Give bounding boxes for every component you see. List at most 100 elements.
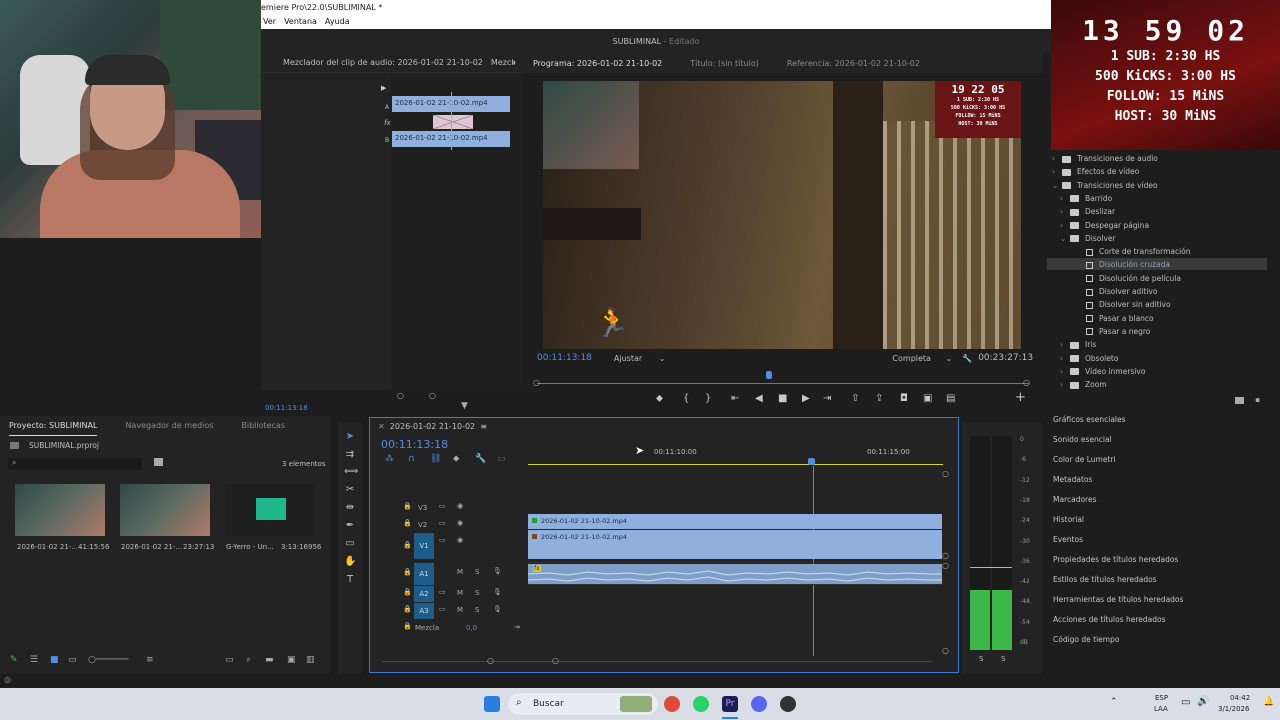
slip-tool-icon[interactable]: ⇹ (344, 502, 356, 514)
chevron-right-icon[interactable]: › (1060, 192, 1070, 205)
timeline-playhead[interactable] (808, 458, 815, 465)
playhead-marker[interactable] (766, 371, 772, 379)
lock-icon[interactable]: 🔒 (403, 568, 412, 576)
tab-program[interactable]: Programa: 2026-01-02 21-10-02 (533, 59, 662, 68)
program-video-frame[interactable]: 19 22 05 1 SUB: 2:30 HS 500 KiCKS: 3:00 … (543, 81, 1021, 349)
lock-icon[interactable]: 🔒 (403, 605, 412, 613)
effects-folder[interactable]: › Iris (1060, 338, 1096, 351)
track-height-handle[interactable]: ○ (942, 561, 949, 570)
chevron-right-icon[interactable]: › (1060, 365, 1070, 378)
effects-folder[interactable]: › Deslizar (1060, 205, 1115, 218)
nest-icon[interactable]: ⁂ (385, 454, 394, 464)
timeline-ruler[interactable]: 00:11:10:00 00:11:15:00 (528, 444, 943, 466)
sync-icon[interactable]: ▭ (439, 519, 446, 527)
effect-item[interactable]: Corte de transformación (1068, 245, 1191, 258)
panel-timecode[interactable]: Código de tiempo (1053, 630, 1119, 650)
panel-history[interactable]: Historial (1053, 510, 1084, 530)
mute-button[interactable]: M (457, 568, 463, 576)
eye-icon[interactable]: ◉ (457, 502, 463, 510)
timeline-settings-icon[interactable]: 🔧 (475, 454, 486, 464)
chevron-right-icon[interactable]: › (1060, 352, 1070, 365)
timeline-timecode[interactable]: 00:11:13:18 (381, 438, 448, 451)
lock-icon[interactable]: 🔒 (403, 622, 412, 630)
track-select-tool-icon[interactable]: ⇉ (344, 449, 356, 461)
stop-icon[interactable]: ■ (778, 393, 787, 404)
freeform-view-icon[interactable]: ▭ (68, 655, 77, 665)
sync-icon[interactable]: ▭ (439, 588, 446, 596)
media-thumbnail[interactable] (120, 484, 210, 536)
overlay-toggle-icon[interactable]: ▤ (946, 393, 955, 404)
zoom-slider[interactable]: ○────── (88, 655, 128, 665)
microphone-icon[interactable]: 🎙 (493, 567, 502, 575)
fit-dropdown[interactable]: Ajustar ⌄ (614, 354, 666, 363)
obs-icon[interactable] (780, 696, 796, 712)
program-timecode[interactable]: 00:11:13:18 (537, 353, 592, 363)
language-indicator[interactable]: ESP (1155, 694, 1168, 702)
audio-thumbnail[interactable] (225, 484, 315, 536)
go-to-end-icon[interactable]: ⇥ (514, 623, 520, 631)
effects-folder[interactable]: › Barrido (1060, 192, 1112, 205)
chevron-right-icon[interactable]: » (511, 58, 516, 67)
mix-value[interactable]: 0,0 (466, 624, 477, 632)
lock-icon[interactable]: 🔒 (403, 519, 412, 527)
chevron-down-icon[interactable]: ⌄ (1052, 179, 1062, 192)
effects-folder[interactable]: › Vídeo inmersivo (1060, 365, 1145, 378)
add-button-icon[interactable]: + (1015, 390, 1026, 405)
eye-icon[interactable]: ◉ (457, 519, 463, 527)
windows-start-icon[interactable] (484, 696, 500, 712)
microphone-icon[interactable]: 🎙 (493, 605, 502, 613)
clock-date[interactable]: 3/1/2026 (1218, 705, 1249, 713)
marker-icon[interactable]: ⬥ (656, 393, 663, 404)
add-marker-icon[interactable]: ⬥ (453, 454, 459, 464)
effect-item[interactable]: Disolución cruzada (1068, 258, 1170, 271)
step-forward-icon[interactable]: ▶ (802, 393, 810, 404)
menu-ventana[interactable]: Ventana (284, 17, 317, 29)
microphone-icon[interactable]: 🎙 (493, 588, 502, 596)
panel-legacy-title-tools[interactable]: Herramientas de títulos heredados (1053, 590, 1183, 610)
lock-icon[interactable]: 🔒 (403, 502, 412, 510)
effects-folder[interactable]: › Obsoleto (1060, 352, 1118, 365)
eye-icon[interactable]: ◉ (457, 536, 463, 544)
filter-icon[interactable]: ▼ (461, 401, 468, 411)
source-patch-v1[interactable]: V1 (414, 533, 434, 559)
mute-button[interactable]: M (457, 589, 463, 597)
video-clip-v1[interactable]: 2026-01-02 21-10-02.mp4 (528, 530, 942, 559)
mark-in-icon[interactable]: { (683, 393, 689, 404)
premiere-pro-icon[interactable]: Pr (722, 696, 738, 712)
effect-item[interactable]: Pasar a blanco (1068, 312, 1154, 325)
chevron-down-icon[interactable]: ⌄ (1060, 232, 1070, 245)
effect-item[interactable]: Disolver sin aditivo (1068, 298, 1171, 311)
rectangle-tool-icon[interactable]: ▭ (344, 538, 356, 550)
wrench-icon[interactable]: 🔧 (962, 354, 972, 363)
volume-icon[interactable]: 🔊 (1197, 696, 1209, 707)
delete-icon[interactable]: ▪ (1255, 395, 1260, 404)
sync-icon[interactable]: ▭ (439, 502, 446, 510)
selection-tool-icon[interactable]: ➤ (344, 431, 356, 443)
effects-folder[interactable]: › Transiciones de audio (1052, 152, 1158, 165)
mark-out-icon[interactable]: } (705, 393, 711, 404)
effects-folder[interactable]: › Zoom (1060, 378, 1107, 391)
effects-folder[interactable]: ⌄ Transiciones de vídeo (1052, 179, 1158, 192)
chevron-right-icon[interactable]: › (1060, 378, 1070, 391)
step-back-icon[interactable]: ◀ (755, 393, 763, 404)
sort-icon[interactable]: ≡ (146, 655, 154, 665)
sync-icon[interactable]: ▭ (439, 536, 446, 544)
zoom-handle-right[interactable]: ○ (429, 391, 436, 400)
find-icon[interactable]: ⌕ (246, 655, 251, 665)
new-item-icon[interactable]: ▣ (287, 655, 296, 665)
tab-project[interactable]: Proyecto: SUBLIMINAL (9, 421, 98, 436)
program-scrubber[interactable]: ○ ○ (533, 368, 1033, 388)
chevron-right-icon[interactable]: › (1060, 338, 1070, 351)
transition-marker[interactable] (432, 114, 474, 130)
icon-view-icon[interactable]: ■ (50, 655, 59, 665)
effect-item[interactable]: Disolución de película (1068, 272, 1181, 285)
keyboard-layout[interactable]: LAA (1154, 705, 1168, 713)
timeline-zoom-handle[interactable]: ○ (552, 656, 559, 665)
type-tool-icon[interactable]: T (344, 574, 356, 586)
lock-icon[interactable]: 🔒 (403, 541, 412, 549)
network-icon[interactable]: ▭ (1181, 697, 1190, 708)
new-bin-from-search-icon[interactable] (154, 458, 163, 466)
panel-markers[interactable]: Marcadores (1053, 490, 1097, 510)
lift-icon[interactable]: ⇧ (851, 393, 859, 404)
video-clip-v2[interactable]: 2026-01-02 21-10-02.mp4 (528, 514, 942, 529)
